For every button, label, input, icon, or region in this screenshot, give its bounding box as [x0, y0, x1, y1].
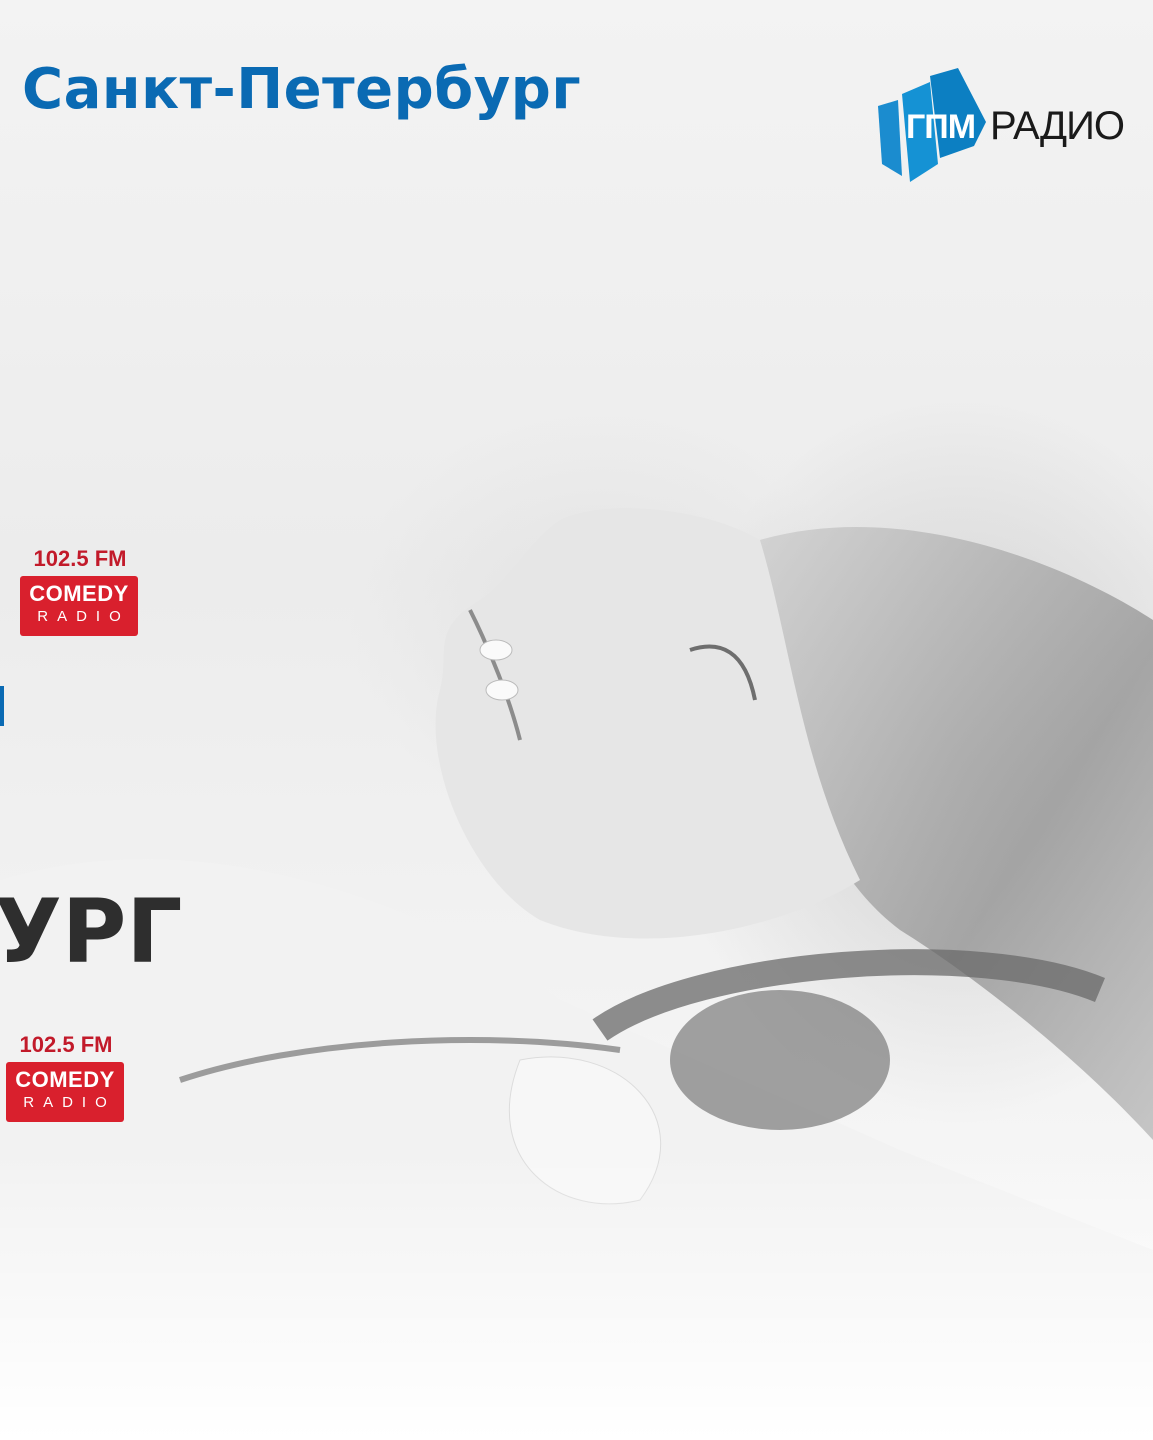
partial-city-heading: УРГ	[0, 880, 183, 983]
station-name-bottom: RADIO	[23, 1094, 116, 1111]
comedy-radio-badge-secondary[interactable]: 102.5 FM COMEDY RADIO	[6, 1034, 126, 1122]
background-photo	[0, 0, 1153, 1440]
cut-off-edge-element	[0, 686, 4, 726]
station-frequency: 102.5 FM	[33, 546, 127, 571]
page-title: Санкт-Петербург	[22, 57, 582, 122]
station-frequency: 102.5 FM	[19, 1032, 113, 1057]
logo-gpm-text: ГПМ	[906, 108, 976, 146]
gpm-radio-logo[interactable]: ГПМ РАДИО	[874, 64, 1125, 188]
logo-radio-text: РАДИО	[990, 104, 1125, 148]
station-name-top: COMEDY	[15, 1067, 115, 1092]
comedy-radio-logo: COMEDY RADIO	[20, 576, 138, 636]
comedy-radio-badge[interactable]: 102.5 FM COMEDY RADIO	[20, 548, 140, 636]
comedy-radio-logo: COMEDY RADIO	[6, 1062, 124, 1122]
station-name-top: COMEDY	[29, 581, 129, 606]
station-name-bottom: RADIO	[37, 608, 130, 625]
woman-with-headphones-illustration	[0, 508, 1153, 1440]
